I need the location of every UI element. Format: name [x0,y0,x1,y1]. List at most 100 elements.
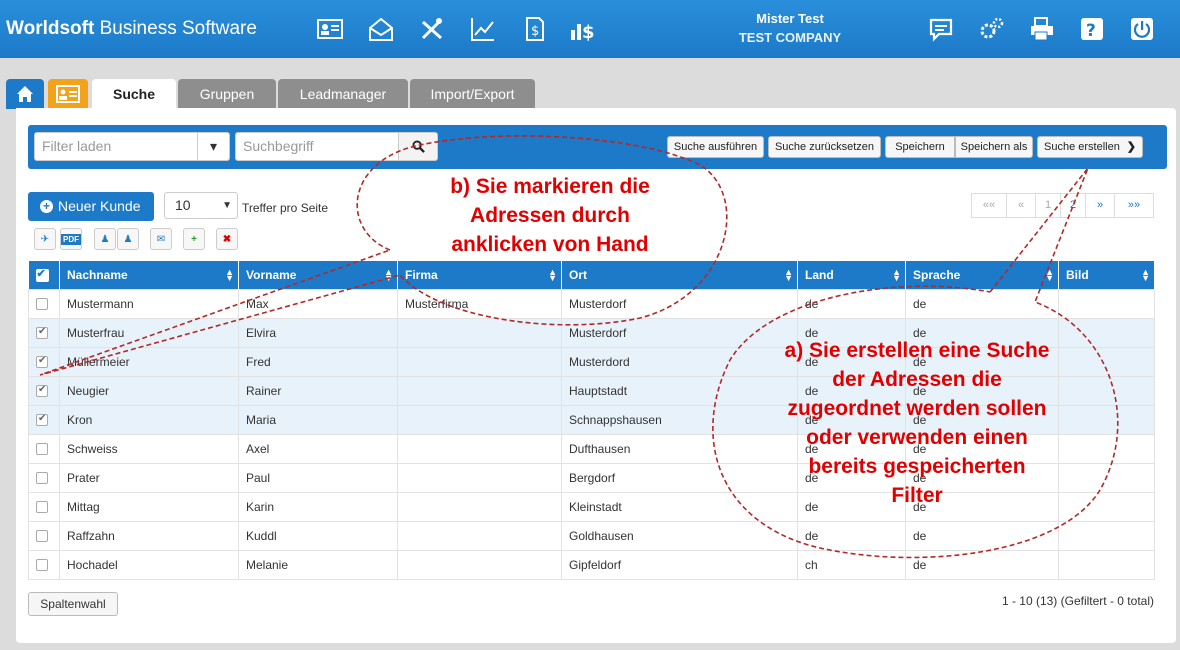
column-header[interactable]: Nachname ▲ ▼ [59,261,239,289]
table-row[interactable]: Mustermann Max Musterfirma Musterdorf de de [28,288,1155,319]
row-checkbox[interactable] [28,404,60,435]
annotation-b-text: b) Sie markieren die Adressen durch ankl… [400,172,700,259]
page-1[interactable]: 1 [1035,193,1061,218]
save-button[interactable]: Speichern [885,136,955,158]
invoice-icon[interactable]: $ [519,14,549,44]
page-prev[interactable]: « [1006,193,1036,218]
user-info: Mister Test TEST COMPANY [700,11,880,45]
checkbox-icon [36,501,48,513]
page-2[interactable]: 2 [1060,193,1086,218]
user-name: Mister Test [756,11,824,26]
logout-icon[interactable] [1127,14,1157,44]
table-cell [1058,288,1155,319]
row-checkbox[interactable] [28,491,60,522]
contacts-icon[interactable] [315,14,345,44]
row-checkbox[interactable] [28,520,60,551]
print-icon[interactable] [1027,14,1057,44]
table-cell: Elvira [238,317,398,348]
table-cell: Musterfirma [397,288,562,319]
row-checkbox[interactable] [28,317,60,348]
tab-home[interactable] [6,79,44,109]
annotation-line: zugeordnet werden sollen [787,397,1047,420]
new-customer-label: Neuer Kunde [58,198,141,214]
reset-search-button[interactable]: Suche zurücksetzen [768,136,881,158]
help-icon[interactable]: ? [1077,14,1107,44]
messages-icon[interactable] [926,14,956,44]
row-checkbox[interactable] [28,462,60,493]
settings-icon[interactable] [977,14,1007,44]
page-last[interactable]: »» [1114,193,1154,218]
per-page-select[interactable]: 10 ▼ [164,192,238,219]
statistics-icon[interactable] [468,14,498,44]
table-row[interactable]: Hochadel Melanie Gipfeldorf ch de [28,549,1155,580]
column-header[interactable]: Ort ▲ ▼ [561,261,798,289]
table-cell: Müllermeier [59,346,239,377]
table-cell: Hochadel [59,549,239,580]
send-email-button[interactable]: ✈ [34,228,56,250]
svg-text:$: $ [582,22,595,42]
column-select-button[interactable]: Spaltenwahl [28,592,118,616]
add-to-group-button[interactable]: + [183,228,205,250]
finance-icon[interactable]: $ [568,14,598,44]
save-as-button[interactable]: Speichern als [955,136,1033,158]
create-search-button[interactable]: Suche erstellen ❯ [1037,136,1143,158]
table-cell: Goldhausen [561,520,798,551]
select-all-checkbox[interactable] [28,261,60,289]
tab-suche[interactable]: Suche [92,79,176,109]
remove-contact-button[interactable]: ♟ [117,228,139,250]
page-next[interactable]: » [1085,193,1115,218]
sort-icon: ▲ ▼ [225,267,234,283]
export-pdf-button[interactable]: PDF [60,228,82,250]
table-cell: de [797,520,906,551]
sort-icon: ▲ ▼ [384,267,393,283]
column-header[interactable]: Land ▲ ▼ [797,261,906,289]
tab-contacts[interactable] [48,79,88,109]
row-checkbox[interactable] [28,375,60,406]
checkbox-checked-icon [35,267,49,282]
page-first[interactable]: «« [971,193,1007,218]
brand-logo[interactable]: Worldsoft Business Software [6,18,257,40]
table-cell: Raffzahn [59,520,239,551]
table-cell: Gipfeldorf [561,549,798,580]
column-header[interactable]: Sprache ▲ ▼ [905,261,1059,289]
chevron-down-icon: ▼ [222,200,232,211]
column-header[interactable]: Bild ▲ ▼ [1058,261,1155,289]
tools-icon[interactable] [417,14,447,44]
search-button[interactable] [398,132,438,161]
mailbox-icon: ✉ [156,233,166,245]
table-cell: Prater [59,462,239,493]
column-header[interactable]: Firma ▲ ▼ [397,261,562,289]
table-cell: Fred [238,346,398,377]
table-cell [397,375,562,406]
user-add-icon: ♟ [100,233,110,245]
table-cell: Schweiss [59,433,239,464]
checkbox-checked-icon [36,413,48,426]
new-customer-button[interactable]: + Neuer Kunde [28,192,154,221]
tab-import-export[interactable]: Import/Export [410,79,535,109]
column-header[interactable]: Vorname ▲ ▼ [238,261,398,289]
row-checkbox[interactable] [28,549,60,580]
mail-campaign-icon[interactable] [366,14,396,44]
tab-leadmanager[interactable]: Leadmanager [278,79,408,109]
checkbox-checked-icon [36,326,48,339]
svg-text:?: ? [1086,21,1096,41]
contact-card-icon [56,85,80,103]
row-checkbox[interactable] [28,346,60,377]
table-cell [397,433,562,464]
row-checkbox[interactable] [28,433,60,464]
filter-load-select[interactable]: Filter laden ▾ [34,132,230,161]
table-cell [397,462,562,493]
search-input[interactable]: Suchbegriff [235,132,399,161]
annotation-line: anklicken von Hand [451,233,649,256]
execute-search-button[interactable]: Suche ausführen [667,136,764,158]
send-icon: ✈ [40,233,50,245]
assign-contact-button[interactable]: ♟ [94,228,116,250]
mailbox-button[interactable]: ✉ [150,228,172,250]
row-checkbox[interactable] [28,288,60,319]
annotation-line: a) Sie erstellen eine Suche [784,339,1050,362]
tab-gruppen[interactable]: Gruppen [178,79,276,109]
delete-button[interactable]: ✖ [216,228,238,250]
checkbox-icon [36,298,48,310]
table-row[interactable]: Raffzahn Kuddl Goldhausen de de [28,520,1155,551]
sort-icon: ▲ ▼ [892,267,901,283]
